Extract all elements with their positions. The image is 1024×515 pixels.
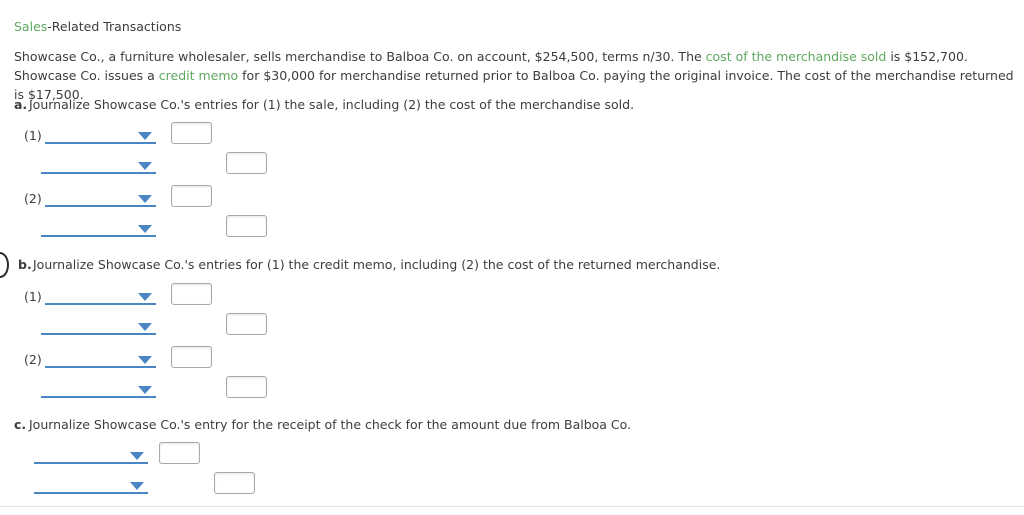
- credit-amount-input-a-2[interactable]: [226, 215, 267, 237]
- bottom-divider: [0, 506, 1024, 507]
- credit-account-select-a-2[interactable]: [41, 217, 156, 237]
- debit-account-underline-b-1: [45, 303, 156, 305]
- credit-amount-input-a-1[interactable]: [226, 152, 267, 174]
- debit-account-underline-a-1: [45, 142, 156, 144]
- section-text-c: Journalize Showcase Co.'s entry for the …: [29, 417, 632, 432]
- chevron-down-icon: [138, 386, 152, 394]
- section-letter-b: b.: [18, 257, 32, 272]
- page-title-rest: -Related Transactions: [47, 19, 182, 34]
- section-text-a: Journalize Showcase Co.'s entries for (1…: [29, 97, 635, 112]
- credit-account-select-a-1[interactable]: [41, 154, 156, 174]
- chevron-down-icon: [138, 225, 152, 233]
- page-title: Sales-Related Transactions: [14, 19, 181, 35]
- debit-account-underline-b-2: [45, 366, 156, 368]
- credit-account-select-c-1[interactable]: [34, 474, 148, 494]
- debit-amount-input-a-2[interactable]: [171, 185, 212, 207]
- section-letter-c: c.: [14, 417, 27, 432]
- entry-number-a-2: (2): [24, 191, 42, 206]
- problem-keyword-cost-of-merchandise-sold: cost of the merchandise sold: [705, 49, 887, 64]
- debit-amount-input-b-2[interactable]: [171, 346, 212, 368]
- section-heading-a: a. Journalize Showcase Co.'s entries for …: [14, 97, 634, 113]
- debit-amount-input-b-1[interactable]: [171, 283, 212, 305]
- debit-account-select-b-1[interactable]: [45, 285, 156, 305]
- section-text-b: Journalize Showcase Co.'s entries for (1…: [33, 257, 721, 272]
- entry-number-a-1: (1): [24, 128, 42, 143]
- chevron-down-icon: [138, 132, 152, 140]
- debit-account-underline-c-1: [34, 462, 148, 464]
- debit-account-select-c-1[interactable]: [34, 444, 148, 464]
- credit-account-underline-b-1: [41, 333, 156, 335]
- debit-amount-input-a-1[interactable]: [171, 122, 212, 144]
- section-heading-b: b.Journalize Showcase Co.'s entries for …: [18, 257, 720, 273]
- debit-amount-input-c-1[interactable]: [159, 442, 200, 464]
- debit-account-select-a-2[interactable]: [45, 187, 156, 207]
- credit-account-select-b-2[interactable]: [41, 378, 156, 398]
- entry-number-b-1: (1): [24, 289, 42, 304]
- chevron-down-icon: [138, 195, 152, 203]
- chevron-down-icon: [138, 323, 152, 331]
- chevron-down-icon: [138, 356, 152, 364]
- problem-statement: Showcase Co., a furniture wholesaler, se…: [14, 47, 1014, 104]
- debit-account-select-b-2[interactable]: [45, 348, 156, 368]
- credit-account-underline-a-2: [41, 235, 156, 237]
- collapse-circle-icon: [0, 252, 9, 278]
- problem-text-1: Showcase Co., a furniture wholesaler, se…: [14, 49, 706, 64]
- credit-amount-input-c-1[interactable]: [214, 472, 255, 494]
- page-title-keyword: Sales: [14, 19, 48, 34]
- credit-amount-input-b-1[interactable]: [226, 313, 267, 335]
- credit-account-underline-a-1: [41, 172, 156, 174]
- chevron-down-icon: [130, 452, 144, 460]
- section-letter-a: a.: [14, 97, 28, 112]
- debit-account-select-a-1[interactable]: [45, 124, 156, 144]
- debit-account-underline-a-2: [45, 205, 156, 207]
- credit-account-underline-c-1: [34, 492, 148, 494]
- credit-amount-input-b-2[interactable]: [226, 376, 267, 398]
- exercise-page: Sales-Related Transactions Showcase Co.,…: [0, 0, 1024, 515]
- credit-account-select-b-1[interactable]: [41, 315, 156, 335]
- chevron-down-icon: [130, 482, 144, 490]
- credit-account-underline-b-2: [41, 396, 156, 398]
- problem-keyword-credit-memo: credit memo: [158, 68, 239, 83]
- chevron-down-icon: [138, 293, 152, 301]
- chevron-down-icon: [138, 162, 152, 170]
- entry-number-b-2: (2): [24, 352, 42, 367]
- section-heading-c: c. Journalize Showcase Co.'s entry for th…: [14, 417, 631, 433]
